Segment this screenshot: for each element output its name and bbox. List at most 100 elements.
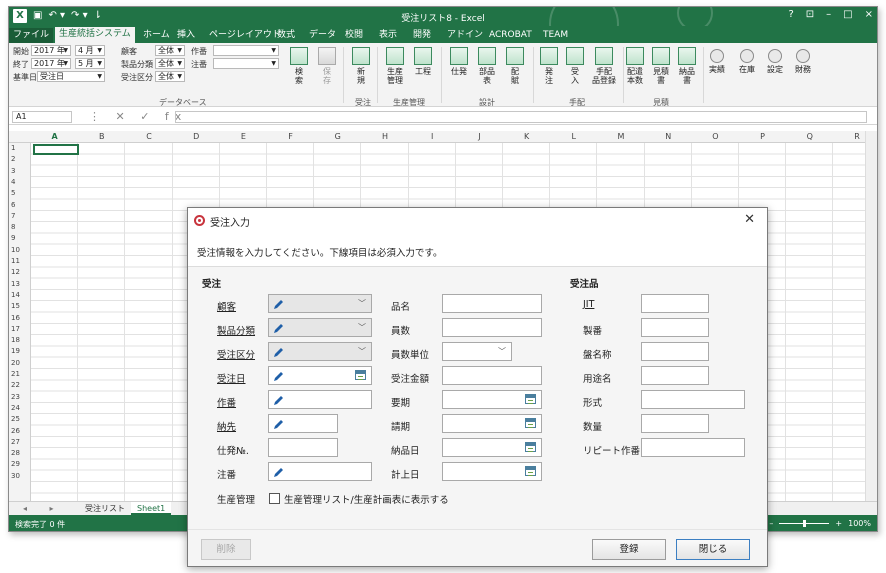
estimate-button[interactable]: 見積 書: [649, 47, 673, 85]
vertical-scrollbar[interactable]: [865, 131, 877, 501]
column-header[interactable]: L: [550, 132, 597, 141]
column-header[interactable]: G: [314, 132, 361, 141]
calendar-icon[interactable]: [525, 442, 536, 452]
quantity-unit-select[interactable]: ﹀: [442, 342, 512, 361]
column-header[interactable]: A: [31, 132, 78, 141]
active-cell-a1[interactable]: [33, 144, 79, 155]
tab-view[interactable]: 表示: [375, 28, 401, 43]
tab-developer[interactable]: 開発: [409, 28, 435, 43]
tab-production-system[interactable]: 生産統括システム: [55, 27, 135, 43]
row-header[interactable]: 2: [9, 155, 29, 163]
column-header[interactable]: N: [645, 132, 692, 141]
close-icon[interactable]: ×: [865, 9, 873, 20]
column-header[interactable]: B: [78, 132, 125, 141]
tab-home[interactable]: ホーム: [139, 28, 174, 43]
column-header[interactable]: Q: [786, 132, 833, 141]
column-header[interactable]: E: [220, 132, 267, 141]
order-date-input[interactable]: [268, 366, 372, 385]
dialog-close-icon[interactable]: ✕: [744, 212, 755, 227]
arrangement-register-button[interactable]: 手配 品登録: [589, 47, 619, 85]
note-number-input[interactable]: [268, 462, 372, 481]
start-year-select[interactable]: 2017 年 ▼: [31, 45, 71, 56]
product-category-select[interactable]: ﹀: [268, 318, 372, 337]
register-button[interactable]: 登録: [592, 539, 666, 560]
column-header[interactable]: H: [361, 132, 408, 141]
zoom-control[interactable]: – + 100%: [769, 519, 871, 528]
save-button[interactable]: 保 存: [315, 47, 339, 85]
zoom-out-icon[interactable]: –: [769, 519, 773, 528]
tab-addins[interactable]: アドイン: [443, 28, 487, 43]
finance-button[interactable]: 財務: [791, 49, 815, 74]
sheet-tab-sheet1[interactable]: Sheet1: [131, 502, 172, 515]
row-header[interactable]: 16: [9, 314, 29, 322]
allocation-button[interactable]: 配 賦: [503, 47, 527, 85]
calendar-icon[interactable]: [355, 370, 366, 380]
customer-select[interactable]: ﹀: [268, 294, 372, 313]
settings-button[interactable]: 設定: [763, 49, 787, 74]
column-header[interactable]: M: [597, 132, 644, 141]
end-month-select[interactable]: 5 月 ▼: [75, 58, 105, 69]
row-header[interactable]: 18: [9, 336, 29, 344]
tab-formulas[interactable]: 数式: [273, 28, 299, 43]
help-icon[interactable]: ?: [788, 9, 793, 20]
zoom-slider[interactable]: [779, 520, 830, 527]
show-in-production-checkbox[interactable]: [269, 493, 280, 504]
sheet-nav-arrows[interactable]: ◂ ▸: [23, 504, 64, 513]
base-date-select[interactable]: 受注日 ▼: [37, 71, 105, 82]
row-header[interactable]: 9: [9, 234, 29, 242]
panel-name-input[interactable]: [641, 342, 709, 361]
start-month-select[interactable]: 4 月 ▼: [75, 45, 105, 56]
product-name-input[interactable]: [442, 294, 542, 313]
row-header[interactable]: 26: [9, 427, 29, 435]
order-out-button[interactable]: 発 注: [537, 47, 561, 85]
row-header[interactable]: 22: [9, 381, 29, 389]
sheet-tab-order-list[interactable]: 受注リスト: [79, 502, 131, 515]
row-header[interactable]: 11: [9, 257, 29, 265]
work-number-input[interactable]: [268, 390, 372, 409]
column-header[interactable]: O: [692, 132, 739, 141]
search-button[interactable]: 検 索: [287, 47, 311, 85]
end-year-select[interactable]: 2017 年 ▼: [31, 58, 71, 69]
distribution-button[interactable]: 配遣 本数: [623, 47, 647, 85]
work-number-input[interactable]: ▼: [213, 45, 279, 56]
row-header[interactable]: 17: [9, 325, 29, 333]
row-header[interactable]: 7: [9, 212, 29, 220]
delivery-note-button[interactable]: 納品 書: [675, 47, 699, 85]
column-header[interactable]: K: [503, 132, 550, 141]
posting-date-input[interactable]: [442, 462, 542, 481]
zoom-in-icon[interactable]: +: [835, 519, 842, 528]
required-date-input[interactable]: [442, 390, 542, 409]
tab-team[interactable]: TEAM: [539, 28, 572, 43]
row-header[interactable]: 23: [9, 393, 29, 401]
row-header[interactable]: 24: [9, 404, 29, 412]
row-header[interactable]: 15: [9, 302, 29, 310]
row-header[interactable]: 4: [9, 178, 29, 186]
column-header[interactable]: J: [456, 132, 503, 141]
row-header[interactable]: 3: [9, 167, 29, 175]
tab-data[interactable]: データ: [305, 28, 340, 43]
row-header[interactable]: 30: [9, 472, 29, 480]
tab-acrobat[interactable]: ACROBAT: [485, 28, 536, 43]
name-box[interactable]: A1: [12, 111, 72, 123]
column-header[interactable]: P: [739, 132, 786, 141]
ribbon-display-icon[interactable]: ⊡: [806, 9, 814, 20]
row-header[interactable]: 5: [9, 189, 29, 197]
calendar-icon[interactable]: [525, 394, 536, 404]
new-button[interactable]: 新 規: [349, 47, 373, 85]
row-header[interactable]: 10: [9, 246, 29, 254]
delivery-destination-input[interactable]: [268, 414, 338, 433]
row-header[interactable]: 12: [9, 268, 29, 276]
production-management-button[interactable]: 生産 管理: [383, 47, 407, 85]
process-button[interactable]: 工程: [411, 47, 435, 76]
usage-name-input[interactable]: [641, 366, 709, 385]
calendar-icon[interactable]: [525, 418, 536, 428]
requested-date-input[interactable]: [442, 414, 542, 433]
row-header[interactable]: 6: [9, 201, 29, 209]
delete-button[interactable]: 削除: [201, 539, 251, 560]
order-type-select[interactable]: 全体 ▼: [155, 71, 185, 82]
column-header[interactable]: D: [173, 132, 220, 141]
order-amount-input[interactable]: [442, 366, 542, 385]
category-select[interactable]: 全体 ▼: [155, 58, 185, 69]
column-header[interactable]: I: [409, 132, 456, 141]
row-header[interactable]: 8: [9, 223, 29, 231]
